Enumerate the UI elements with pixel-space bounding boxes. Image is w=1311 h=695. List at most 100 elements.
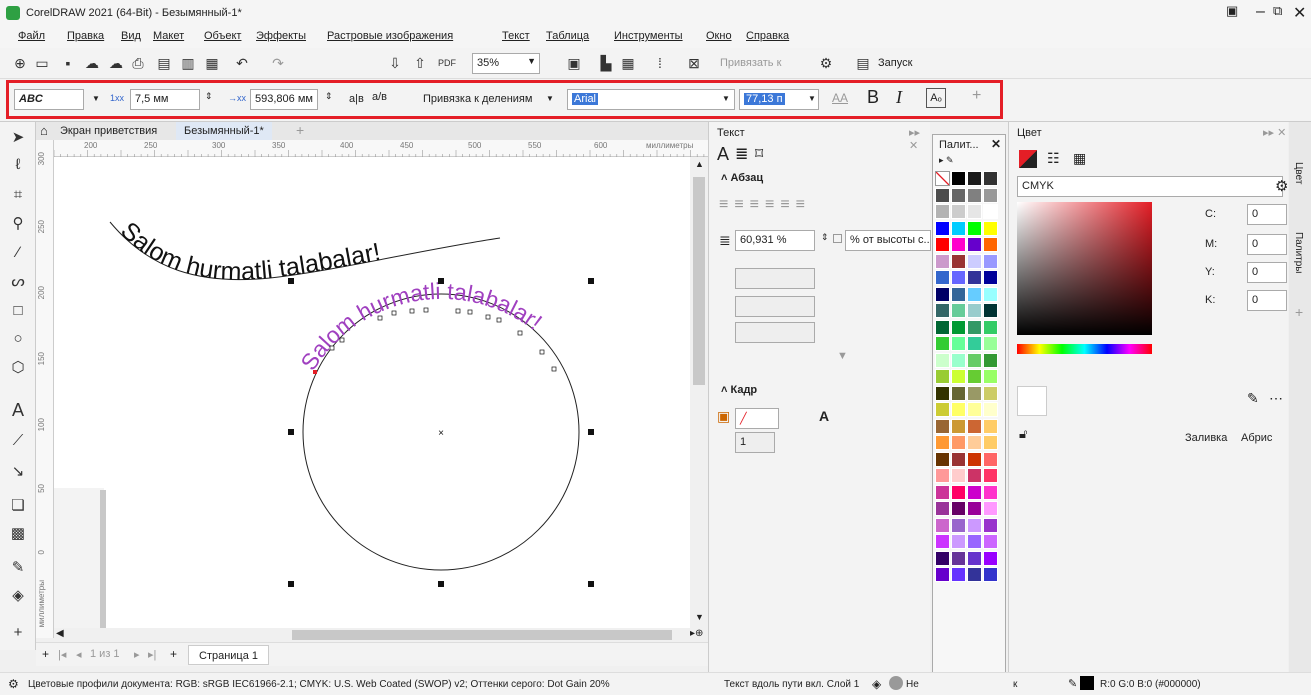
menu-effects[interactable]: Эффекты: [256, 30, 306, 42]
color-swatch[interactable]: [951, 369, 966, 384]
fill-tool-icon[interactable]: ◈: [8, 586, 28, 606]
y-input[interactable]: 0: [1247, 262, 1287, 283]
color-swatch[interactable]: [983, 352, 998, 368]
add-tab-button[interactable]: +: [288, 122, 312, 140]
parallel-dimension-icon[interactable]: ⟋: [8, 432, 28, 452]
eyedropper-icon[interactable]: ✎: [1247, 390, 1259, 407]
color-swatch[interactable]: [935, 567, 950, 582]
color-swatch[interactable]: [935, 171, 950, 186]
color-swatch[interactable]: [935, 418, 950, 434]
color-swatch[interactable]: [951, 451, 966, 467]
menu-help[interactable]: Справка: [746, 30, 789, 42]
ellipse-tool-icon[interactable]: ○: [8, 330, 28, 350]
menu-text[interactable]: Текст: [502, 30, 530, 42]
text-tool-icon[interactable]: A: [8, 400, 28, 420]
outline-color-swatch[interactable]: [1080, 676, 1094, 690]
color-swatch[interactable]: [983, 385, 998, 401]
color-swatch[interactable]: [967, 550, 982, 566]
spinner-icon[interactable]: ⇕: [821, 232, 829, 243]
paragraph-section[interactable]: ˄ Абзац: [721, 172, 763, 184]
color-swatch[interactable]: [935, 550, 950, 566]
frame-section[interactable]: ˄ Кадр: [721, 384, 757, 396]
menu-window[interactable]: Окно: [706, 30, 732, 42]
rectangle-tool-icon[interactable]: □: [8, 302, 28, 322]
restore-button[interactable]: ⧉: [1273, 3, 1282, 19]
color-swatch[interactable]: [951, 253, 966, 269]
paste-icon[interactable]: ▦: [204, 55, 220, 71]
scroll-thumb[interactable]: [693, 177, 705, 385]
color-swatch[interactable]: [983, 451, 998, 467]
menu-layout[interactable]: Макет: [153, 30, 184, 42]
color-swatch[interactable]: [967, 418, 982, 434]
color-swatch[interactable]: [967, 220, 982, 236]
color-swatch[interactable]: [983, 550, 998, 566]
import-icon[interactable]: ⇩: [387, 55, 403, 71]
color-swatch[interactable]: [951, 435, 966, 450]
color-swatch[interactable]: [967, 336, 982, 351]
color-swatch[interactable]: [983, 336, 998, 351]
color-swatch[interactable]: [983, 220, 998, 236]
color-swatch[interactable]: [951, 286, 966, 302]
minimize-button[interactable]: –: [1256, 3, 1265, 21]
color-swatch[interactable]: [967, 171, 982, 186]
next-page-icon[interactable]: ▸: [134, 648, 140, 661]
path-text-black[interactable]: Salom hurmatli talabalar!: [115, 217, 383, 286]
gear-icon[interactable]: ⚙: [1275, 177, 1288, 195]
color-swatch[interactable]: [935, 204, 950, 219]
color-swatch[interactable]: [967, 352, 982, 368]
color-profiles-text[interactable]: Цветовые профили документа: RGB: sRGB IE…: [28, 679, 610, 690]
color-swatch[interactable]: [951, 402, 966, 417]
color-swatch[interactable]: [951, 336, 966, 351]
pdf-icon[interactable]: PDF: [438, 55, 456, 71]
rulers-icon[interactable]: ▙: [598, 55, 614, 71]
color-swatch[interactable]: [951, 270, 966, 285]
fill-button[interactable]: Заливка: [1185, 432, 1227, 444]
color-swatch[interactable]: [935, 402, 950, 417]
color-swatch[interactable]: [935, 468, 950, 483]
color-swatch[interactable]: [935, 369, 950, 384]
color-swatch[interactable]: [935, 187, 950, 203]
c-input[interactable]: 0: [1247, 204, 1287, 225]
color-swatch[interactable]: [967, 286, 982, 302]
color-swatch[interactable]: [951, 171, 966, 186]
background-color-icon[interactable]: ▣: [717, 408, 730, 425]
color-model-select[interactable]: CMYK: [1017, 176, 1283, 197]
color-swatch[interactable]: [935, 270, 950, 285]
color-swatch[interactable]: [951, 319, 966, 335]
docker-close-icon[interactable]: ▸▸ ✕: [1263, 126, 1286, 139]
first-page-icon[interactable]: |◂: [58, 648, 66, 661]
docker-close-icon[interactable]: ▸▸ ✕: [909, 126, 930, 152]
scroll-up-icon[interactable]: ▲: [695, 159, 704, 169]
color-swatch[interactable]: [935, 517, 950, 533]
color-swatch[interactable]: [951, 187, 966, 203]
color-swatch[interactable]: [935, 286, 950, 302]
snap-off-icon[interactable]: ⊠: [686, 55, 702, 71]
color-profile-icon[interactable]: ⚙: [8, 677, 19, 691]
color-swatch[interactable]: [983, 204, 998, 219]
horizontal-scrollbar[interactable]: ◀: [54, 628, 690, 642]
palette-menu-icon[interactable]: ▸ ✎: [939, 155, 954, 166]
color-swatch[interactable]: [967, 237, 982, 252]
color-swatch[interactable]: [935, 253, 950, 269]
color-swatch[interactable]: [967, 385, 982, 401]
save-icon[interactable]: ▪: [60, 55, 76, 71]
add-page-after-button[interactable]: +: [170, 647, 177, 661]
k-input[interactable]: 0: [1247, 290, 1287, 311]
color-swatch[interactable]: [983, 567, 998, 582]
color-swatch[interactable]: [951, 204, 966, 219]
close-button[interactable]: ✕: [1293, 3, 1306, 23]
more-icon[interactable]: ⋯: [1269, 390, 1283, 407]
prev-page-icon[interactable]: ◂: [76, 648, 82, 661]
character-tab-icon[interactable]: A: [717, 144, 729, 165]
color-swatch[interactable]: [983, 319, 998, 335]
shape-tool-icon[interactable]: ℓ: [8, 156, 28, 176]
artistic-media-icon[interactable]: ᔕ: [8, 272, 28, 292]
color-swatch[interactable]: [983, 534, 998, 549]
color-swatch[interactable]: [935, 435, 950, 450]
freehand-tool-icon[interactable]: ∕: [8, 244, 28, 264]
cloud-upload-icon[interactable]: ☁: [108, 55, 124, 71]
drawing-canvas[interactable]: Salom hurmatli talabalar! Salom hurmatli…: [54, 157, 690, 628]
color-swatch[interactable]: [935, 534, 950, 549]
spacing-unit-select[interactable]: % от высоты с...: [845, 230, 931, 251]
color-swatch[interactable]: [951, 484, 966, 500]
